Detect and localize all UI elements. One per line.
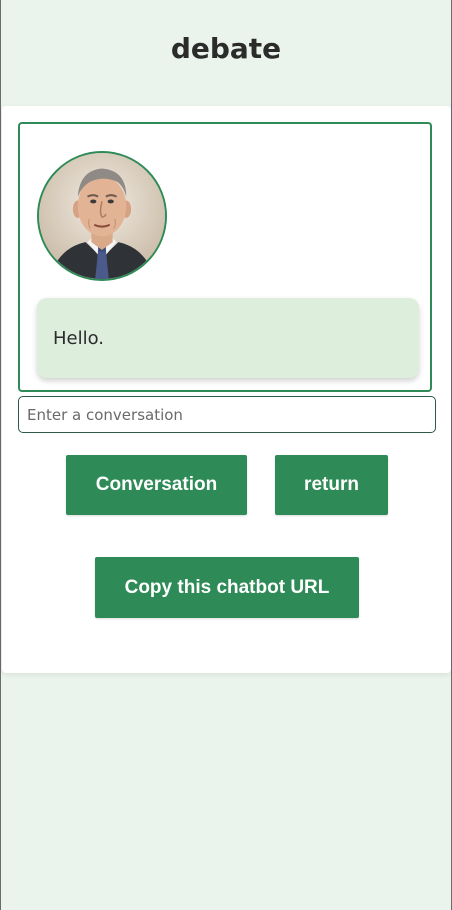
message-text: Hello. [53,327,105,349]
chat-window: Hello. [18,122,432,392]
page-title: debate [170,32,282,65]
conversation-button[interactable]: Conversation [66,455,247,515]
chatbot-card: Hello. Conversation return Copy this cha… [2,106,451,673]
message-bubble: Hello. [37,298,419,378]
copy-url-button[interactable]: Copy this chatbot URL [95,557,359,618]
conversation-input[interactable] [18,396,436,433]
chatbot-avatar [37,151,167,281]
person-portrait-icon [39,153,165,279]
return-button[interactable]: return [275,455,388,515]
